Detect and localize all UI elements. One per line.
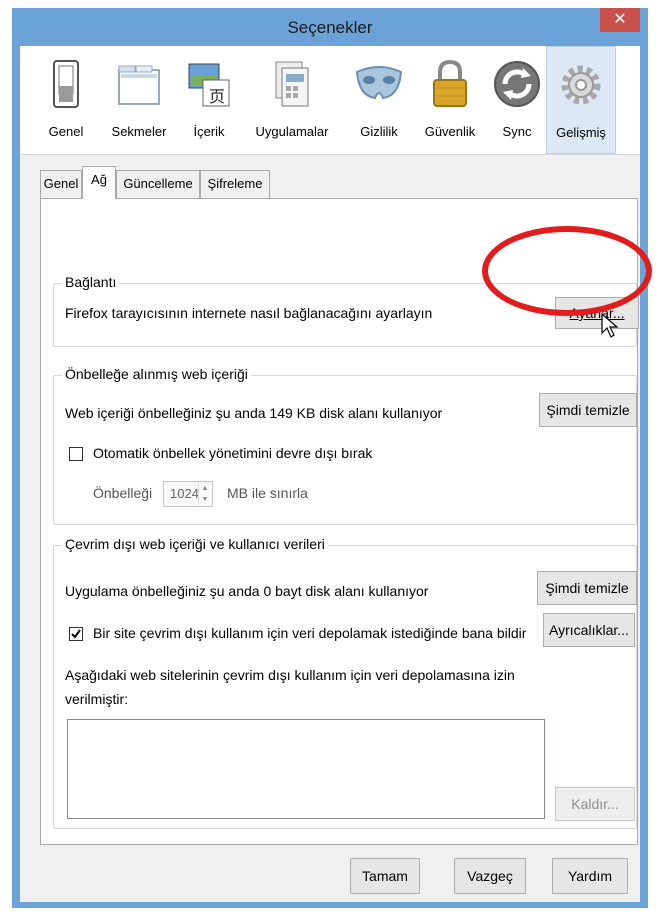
tab-ag[interactable]: Ağ bbox=[82, 166, 116, 199]
pane-sync[interactable]: Sync bbox=[492, 46, 542, 154]
pane-label: Gelişmiş bbox=[556, 125, 606, 140]
ok-button[interactable]: Tamam bbox=[350, 858, 420, 894]
offline-notify-label: Bir site çevrim dışı kullanım için veri … bbox=[93, 625, 527, 641]
pane-label: Sekmeler bbox=[111, 124, 167, 139]
window-title: Seçenekler bbox=[287, 18, 373, 37]
cache-override-label: Otomatik önbellek yönetimini devre dışı … bbox=[93, 445, 373, 461]
padlock-icon bbox=[433, 59, 467, 107]
connection-group-title: Bağlantı bbox=[62, 274, 120, 290]
offline-exceptions-button[interactable]: Ayrıcalıklar... bbox=[543, 613, 635, 647]
close-button[interactable]: ✕ bbox=[600, 8, 640, 32]
connection-description: Firefox tarayıcısının internete nasıl ba… bbox=[65, 305, 433, 321]
mouse-cursor-icon bbox=[601, 313, 619, 338]
tabs-icon bbox=[118, 65, 160, 105]
offline-usage-text: Uygulama önbelleğiniz şu anda 0 bayt dis… bbox=[65, 583, 429, 599]
pane-label: Sync bbox=[502, 124, 532, 139]
pane-label: Gizlilik bbox=[360, 124, 398, 139]
red-highlight-ellipse bbox=[482, 226, 652, 316]
pane-label: İçerik bbox=[193, 124, 225, 139]
offline-allowed-text-2: verilmiştir: bbox=[65, 691, 128, 707]
tab-guncelleme[interactable]: Güncelleme bbox=[116, 170, 200, 198]
gear-icon bbox=[561, 65, 601, 105]
pane-icerik[interactable]: 页 İçerik bbox=[184, 46, 234, 154]
cache-override-checkbox[interactable] bbox=[69, 447, 83, 461]
options-window: Seçenekler ✕ Genel Sekmeler 页 İçerik Uyg… bbox=[12, 8, 648, 908]
cache-limit-label: Önbelleği bbox=[93, 485, 153, 501]
pane-label: Güvenlik bbox=[424, 124, 476, 139]
sync-icon bbox=[494, 61, 540, 107]
tab-sifreleme[interactable]: Şifreleme bbox=[200, 170, 270, 198]
pane-gizlilik[interactable]: Gizlilik bbox=[350, 46, 408, 154]
offline-group-title: Çevrim dışı web içeriği ve kullanıcı ver… bbox=[62, 536, 328, 552]
applications-icon bbox=[275, 61, 309, 107]
cache-group-title: Önbelleğe alınmış web içeriği bbox=[62, 366, 251, 382]
cache-clear-button[interactable]: Şimdi temizle bbox=[539, 393, 637, 427]
cancel-button[interactable]: Vazgeç bbox=[454, 858, 526, 894]
checkmark-icon bbox=[71, 629, 81, 639]
pane-genel[interactable]: Genel bbox=[38, 46, 94, 154]
mask-icon bbox=[355, 66, 403, 100]
help-button[interactable]: Yardım bbox=[552, 858, 628, 894]
pane-label: Genel bbox=[48, 124, 84, 139]
pane-gelismis[interactable]: Gelişmiş bbox=[546, 46, 616, 154]
content-icon: 页 bbox=[188, 63, 230, 107]
offline-remove-button: Kaldır... bbox=[555, 787, 635, 821]
cache-size-value: 1024 bbox=[170, 486, 199, 501]
offline-clear-button[interactable]: Şimdi temizle bbox=[537, 571, 637, 605]
svg-text:页: 页 bbox=[209, 87, 225, 106]
pane-label: Uygulamalar bbox=[255, 124, 329, 139]
pane-sekmeler[interactable]: Sekmeler bbox=[102, 46, 176, 154]
switch-icon bbox=[53, 60, 79, 108]
cache-size-spinner[interactable]: 1024 ▲ ▼ bbox=[163, 481, 213, 507]
preferences-toolbar: Genel Sekmeler 页 İçerik Uygulamalar Gizl… bbox=[20, 46, 640, 155]
pane-guvenlik[interactable]: Güvenlik bbox=[416, 46, 484, 154]
cache-usage-text: Web içeriği önbelleğiniz şu anda 149 KB … bbox=[65, 405, 443, 421]
title-bar[interactable]: Seçenekler ✕ bbox=[12, 8, 648, 46]
spinner-arrows-icon[interactable]: ▲ ▼ bbox=[198, 483, 211, 505]
offline-allowed-text-1: Aşağıdaki web sitelerinin çevrim dışı ku… bbox=[65, 667, 515, 683]
pane-uygulamalar[interactable]: Uygulamalar bbox=[242, 46, 342, 154]
cache-limit-unit: MB ile sınırla bbox=[227, 485, 308, 501]
dialog-client: Genel Sekmeler 页 İçerik Uygulamalar Gizl… bbox=[20, 46, 640, 902]
tab-genel[interactable]: Genel bbox=[40, 170, 82, 198]
offline-notify-checkbox[interactable] bbox=[69, 627, 83, 641]
offline-sites-list[interactable] bbox=[67, 719, 545, 819]
